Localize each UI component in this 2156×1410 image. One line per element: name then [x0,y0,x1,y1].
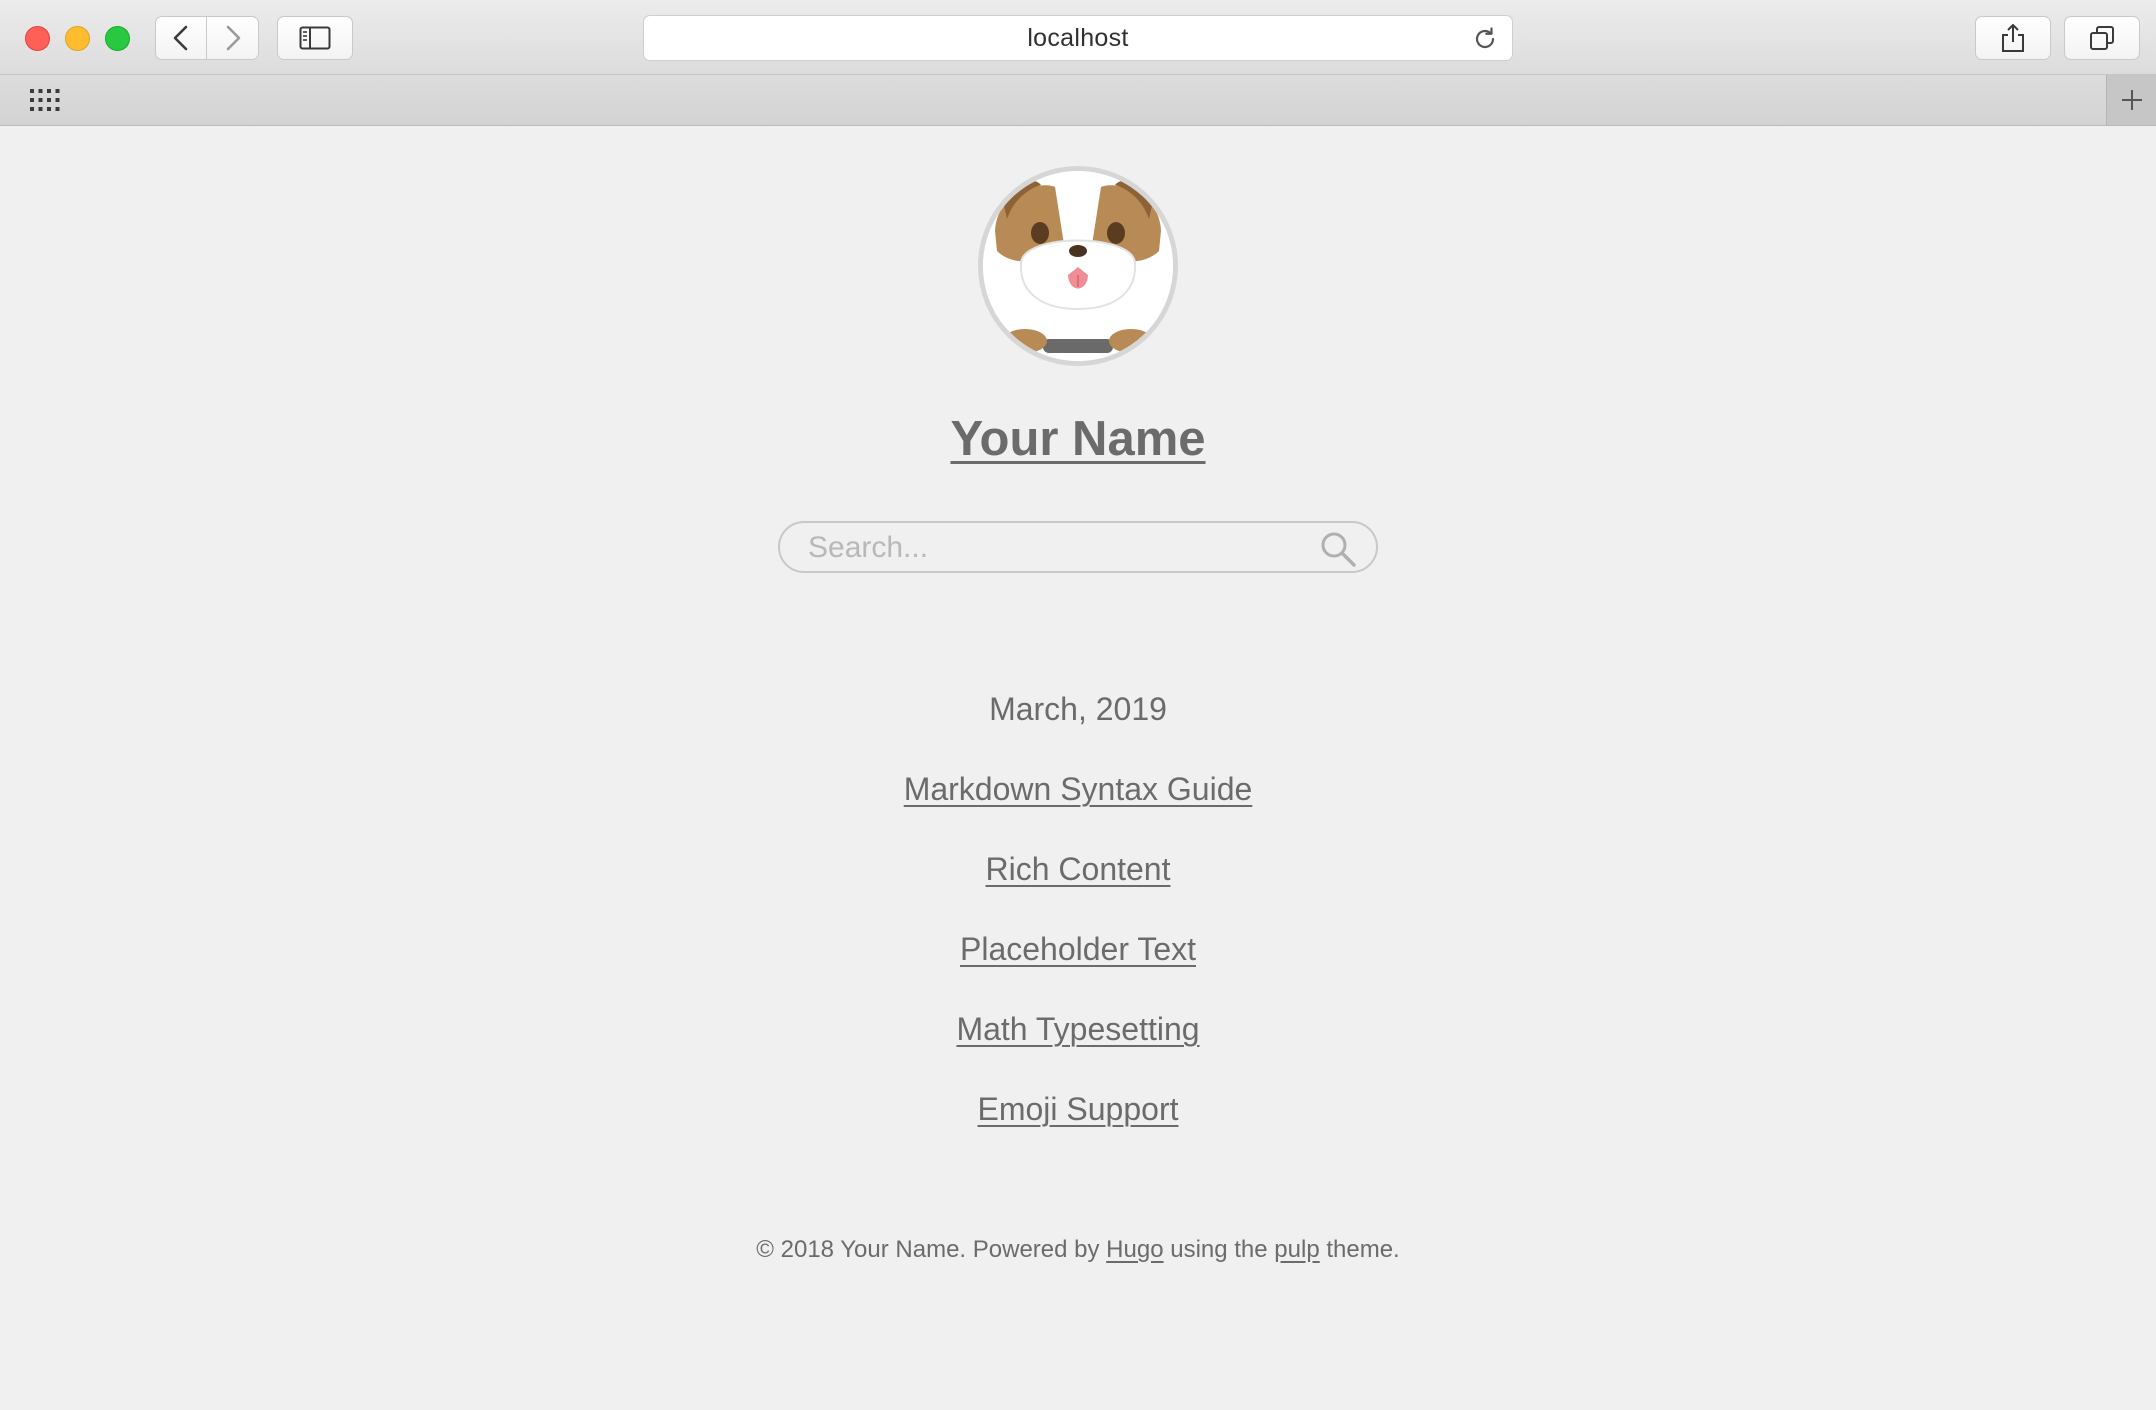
browser-toolbar: localhost [0,0,2156,75]
reload-icon[interactable] [1472,26,1498,52]
address-bar[interactable]: localhost [643,15,1513,61]
footer-suffix-text: theme. [1319,1236,1400,1263]
tab-overview-button[interactable] [2064,16,2140,60]
hugo-link[interactable]: Hugo [1106,1236,1163,1263]
search-icon[interactable] [1318,529,1358,569]
share-button[interactable] [1975,16,2051,60]
zoom-window-button[interactable] [105,26,130,51]
close-window-button[interactable] [25,26,50,51]
list-item: Emoji Support [0,1091,2156,1128]
minimize-window-button[interactable] [65,26,90,51]
site-footer: © 2018 Your Name. Powered by Hugo using … [0,1236,2156,1264]
grid-icon[interactable] [30,89,60,111]
list-item: Math Typesetting [0,1011,2156,1048]
share-icon [2002,24,2024,52]
favorites-bar [0,75,2156,126]
plus-icon [2121,90,2142,110]
post-link-emoji-support[interactable]: Emoji Support [978,1091,1179,1127]
sidebar-icon [299,26,331,50]
sidebar-toggle-button[interactable] [277,16,353,60]
theme-link[interactable]: pulp [1274,1236,1319,1263]
post-link-math-typesetting[interactable]: Math Typesetting [956,1011,1199,1047]
bulldog-avatar-icon [983,171,1173,361]
post-link-placeholder-text[interactable]: Placeholder Text [960,931,1196,967]
forward-button[interactable] [207,16,259,60]
list-item: Markdown Syntax Guide [0,771,2156,808]
search-box [778,521,1378,573]
footer-copyright: © 2018 Your Name. Powered by [756,1236,1107,1263]
chevron-left-icon [173,25,188,51]
new-tab-button[interactable] [2106,75,2156,125]
browser-window: localhost Your Name Search... March, 201… [0,0,2156,1410]
footer-middle-text: using the [1163,1236,1275,1263]
tabs-overview-icon [2090,26,2114,50]
list-item: Rich Content [0,851,2156,888]
archive-month-heading: March, 2019 [989,691,1167,727]
avatar[interactable] [978,166,1178,366]
address-url: localhost [1027,23,1129,52]
site-title-link[interactable]: Your Name [950,412,1205,466]
post-link-rich-content[interactable]: Rich Content [986,851,1171,887]
chevron-right-icon [226,25,240,51]
list-item: Placeholder Text [0,931,2156,968]
web-page: Your Name March, 2019 Markdown Syntax Gu… [0,126,2156,1410]
back-button[interactable] [155,16,207,60]
site-title: Your Name [0,411,2156,467]
post-link-markdown-syntax-guide[interactable]: Markdown Syntax Guide [904,771,1253,807]
search-input[interactable] [808,529,1288,567]
